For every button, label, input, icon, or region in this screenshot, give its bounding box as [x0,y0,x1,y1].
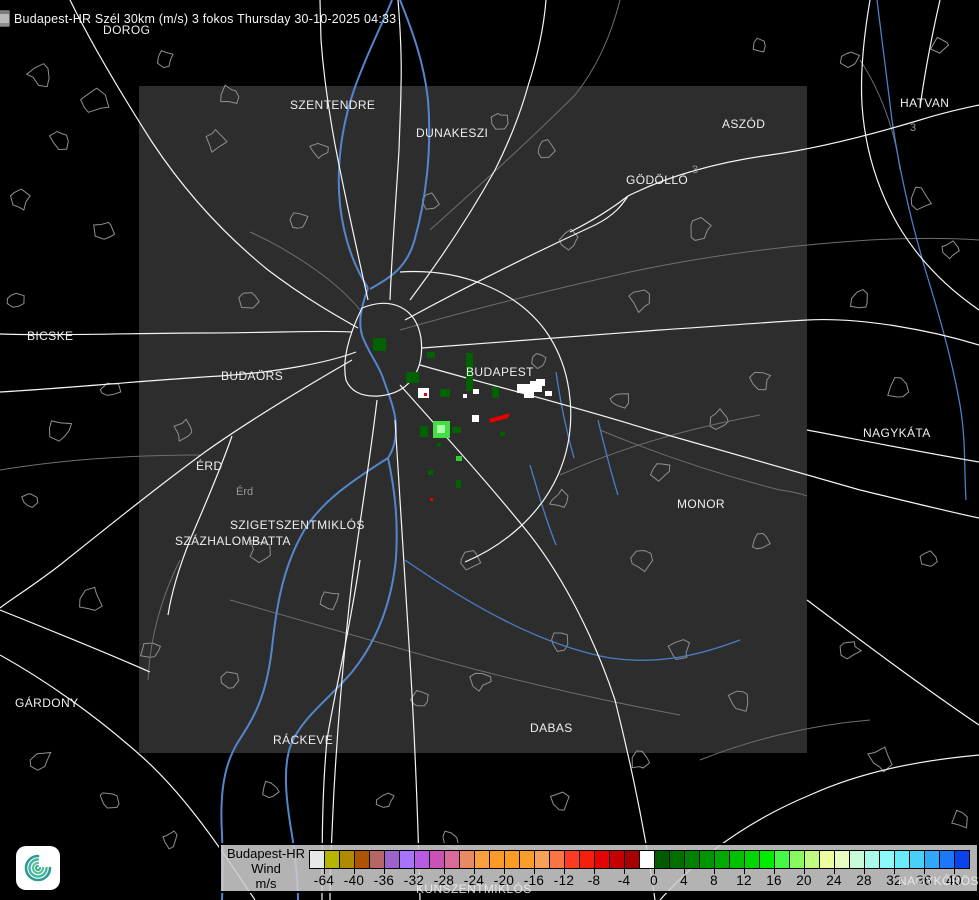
city-label: MONOR [677,497,725,511]
city-label: KUNSZENTMIKLÓS [416,882,532,896]
city-label: NAGYKŐRÖS [898,874,979,888]
legend-color-box [430,851,444,868]
legend-color-box [490,851,504,868]
app-icon [0,10,10,27]
city-label: NAGYKÁTA [863,426,931,440]
legend-color-box [760,851,774,868]
legend-color-box [685,851,699,868]
legend-color-box [940,851,954,868]
legend-color-box [895,851,909,868]
legend-color-box [655,851,669,868]
city-label: DUNAKESZI [416,126,488,140]
legend-color-box [880,851,894,868]
radar-viewer: DOROGSZENTENDREDUNAKESZIASZÓDGÖDÖLLŐHATV… [0,0,979,900]
legend-color-box [580,851,594,868]
legend-color-box [340,851,354,868]
city-label: ASZÓD [722,117,765,131]
legend-color-box [355,851,369,868]
legend-color-box [385,851,399,868]
legend-color-box [745,851,759,868]
legend-color-box [670,851,684,868]
city-label: ÉRD [196,459,223,473]
legend-color-box [955,851,969,868]
legend-color-box [790,851,804,868]
road-label: 3 [910,122,916,134]
spiral-logo-icon [20,850,56,886]
city-label: BUDAPEST [466,365,534,379]
legend-color-box [400,851,414,868]
city-label: RÁCKEVE [273,733,333,747]
legend-color-box [595,851,609,868]
legend-color-box [610,851,624,868]
product-title: Budapest-HR Szél 30km (m/s) 3 fokos Thur… [14,12,396,26]
city-label: HATVAN [900,96,949,110]
city-label: SZIGETSZENTMIKLÓS [230,518,365,532]
legend-color-box [535,851,549,868]
city-label: GÁRDONY [15,696,78,710]
city-label: SZENTENDRE [290,98,375,112]
legend-color-box [910,851,924,868]
legend-color-box [505,851,519,868]
legend-text: Budapest-HR Wind m/s [223,846,309,891]
legend-color-box [370,851,384,868]
map-canvas [0,0,979,900]
legend-unit: m/s [223,876,309,891]
weather-service-logo [16,846,60,890]
legend-color-box [550,851,564,868]
legend-color-box [850,851,864,868]
legend-color-box [865,851,879,868]
title-bar: Budapest-HR Szél 30km (m/s) 3 fokos Thur… [0,10,396,27]
legend-panel: Budapest-HR Wind m/s -64-40-36-32-28-24-… [219,843,979,893]
city-label: SZÁZHALOMBATTA [175,534,291,548]
road-label: 3 [692,164,698,176]
legend-color-box [445,851,459,868]
legend-colorbar [309,850,970,869]
legend-color-box [310,851,324,868]
city-label: BUDAÖRS [221,369,283,383]
city-label: DABAS [530,721,573,735]
city-label: GÖDÖLLŐ [626,173,688,187]
city-label: BICSKE [27,329,73,343]
road-label: Érd [236,486,253,498]
legend-color-box [565,851,579,868]
legend-color-box [640,851,654,868]
legend-color-box [775,851,789,868]
legend-color-box [700,851,714,868]
legend-color-box [805,851,819,868]
legend-product: Budapest-HR [223,846,309,861]
legend-color-box [475,851,489,868]
legend-color-box [730,851,744,868]
legend-color-box [820,851,834,868]
legend-color-box [835,851,849,868]
legend-color-box [520,851,534,868]
legend-parameter: Wind [223,861,309,876]
legend-color-box [625,851,639,868]
legend-color-box [415,851,429,868]
legend-color-box [325,851,339,868]
legend-color-box [715,851,729,868]
legend-color-box [460,851,474,868]
legend-color-box [925,851,939,868]
